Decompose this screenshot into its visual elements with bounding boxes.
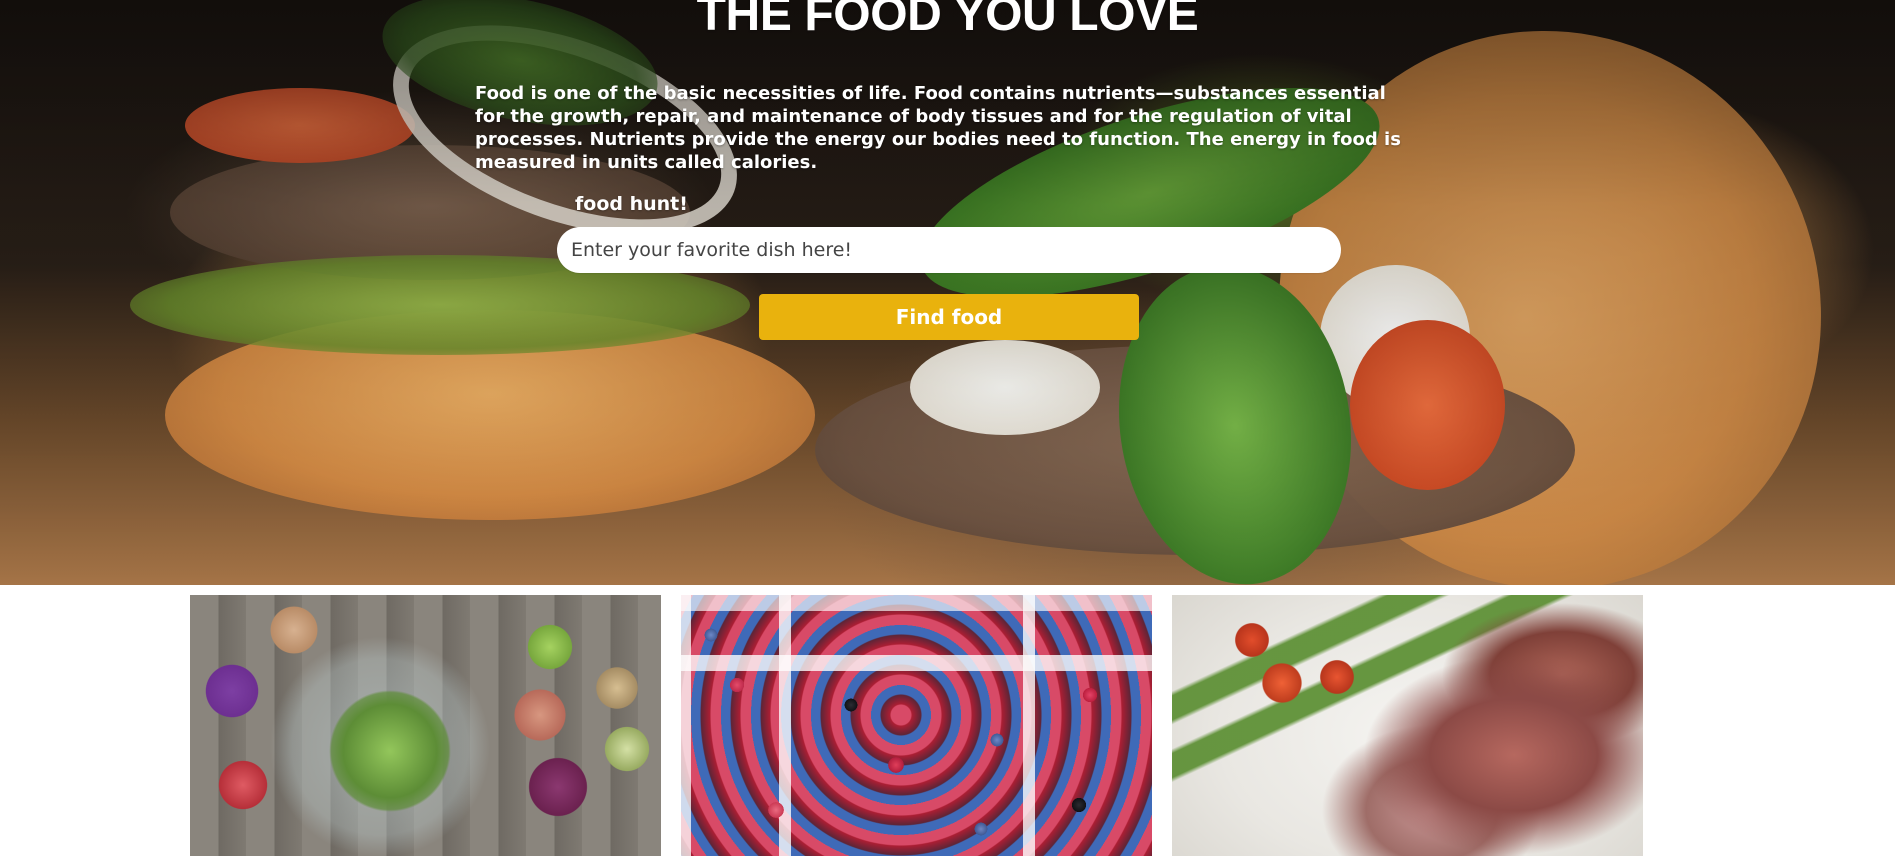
search-input[interactable] — [557, 227, 1341, 273]
hero-banner: THE FOOD YOU LOVE Food is one of the bas… — [0, 0, 1895, 585]
hero-description: Food is one of the basic necessities of … — [475, 83, 1401, 173]
search-label: food hunt! — [575, 193, 688, 215]
find-food-button[interactable]: Find food — [759, 294, 1139, 340]
salad-image — [190, 595, 661, 856]
page-title: THE FOOD YOU LOVE — [696, 0, 1199, 41]
food-gallery — [0, 585, 1895, 856]
berries-image — [681, 595, 1152, 856]
steak-image — [1172, 595, 1643, 856]
